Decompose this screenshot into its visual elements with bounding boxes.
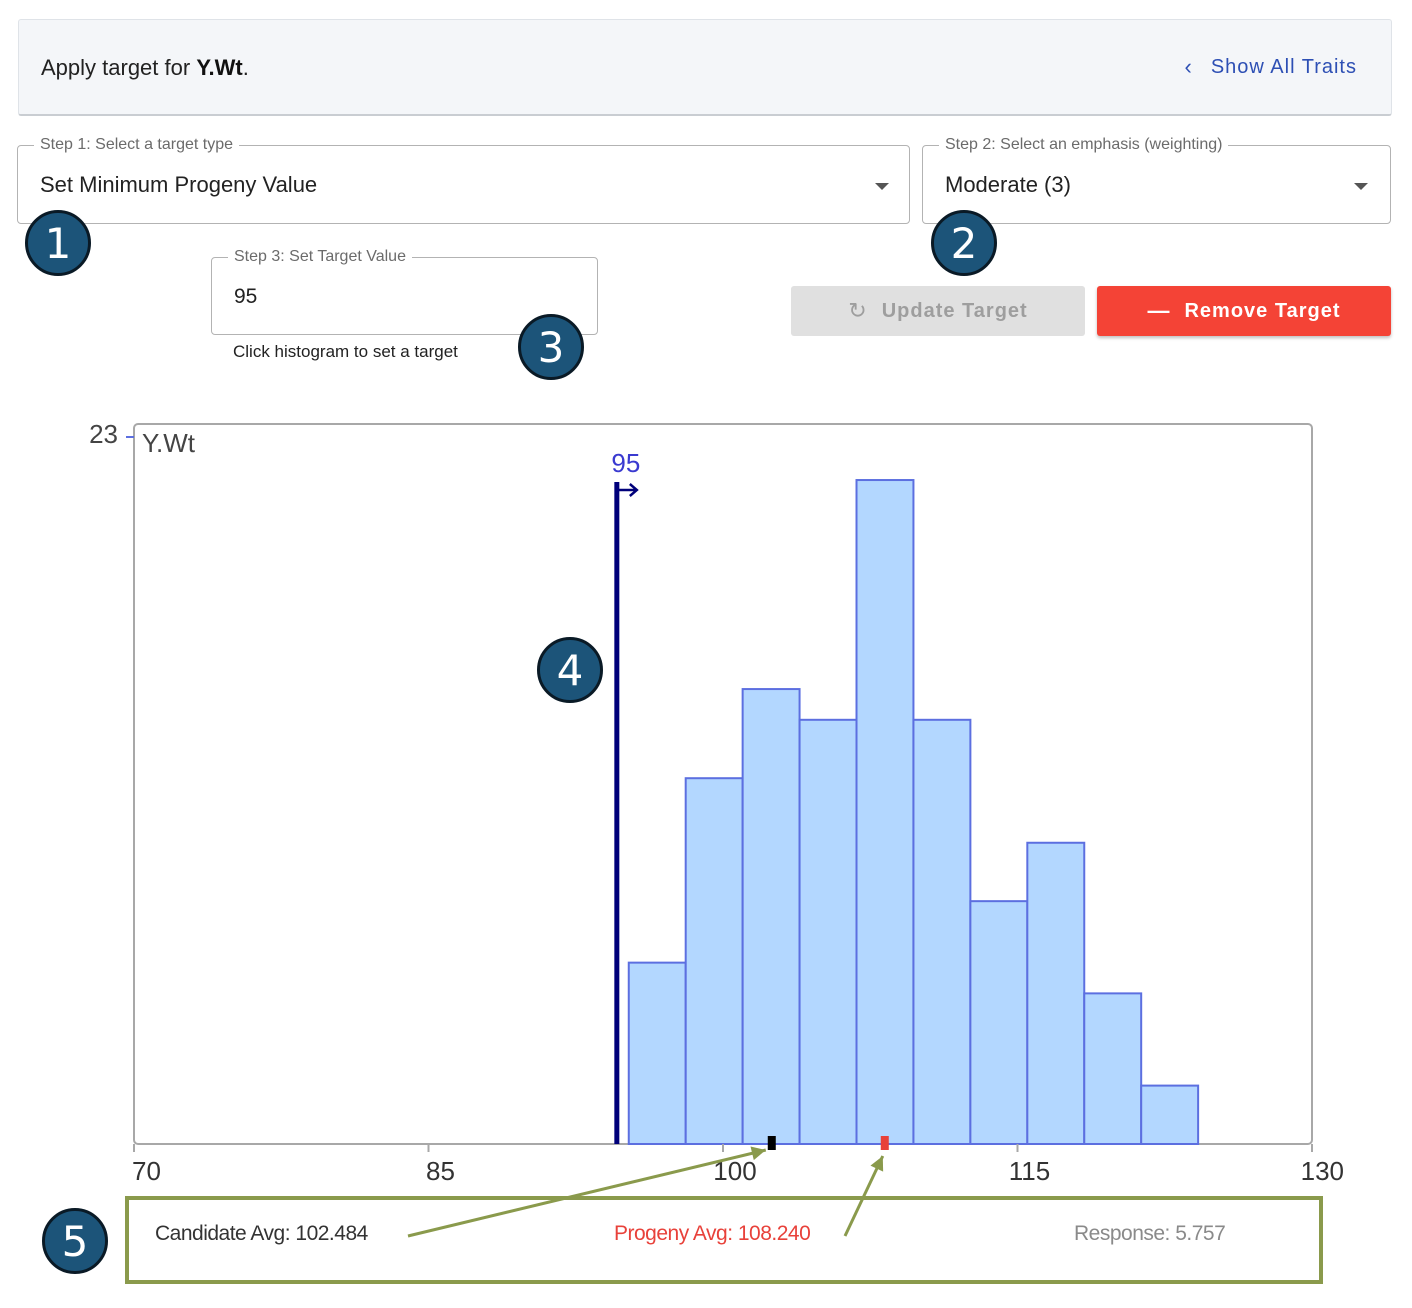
histogram-bar[interactable] bbox=[684, 777, 744, 1145]
progeny-avg: Progeny Avg: 108.240 bbox=[614, 1222, 811, 1245]
step-badge-5: 5 bbox=[42, 1208, 108, 1274]
x-tick-label: 85 bbox=[426, 1156, 455, 1186]
step-badge-2: 2 bbox=[931, 210, 997, 276]
histogram-bar[interactable] bbox=[627, 961, 687, 1146]
step-badge-3: 3 bbox=[518, 314, 584, 380]
histogram-bar[interactable] bbox=[1140, 1084, 1200, 1146]
response-value: Response: 5.757 bbox=[1074, 1222, 1226, 1245]
candidate-avg: Candidate Avg: 102.484 bbox=[155, 1222, 368, 1245]
histogram-chart[interactable]: Y.Wt 23 70 85 100 115 130 95 bbox=[0, 0, 1412, 1308]
x-tick-label: 115 bbox=[1009, 1156, 1050, 1186]
histogram-bar[interactable] bbox=[912, 718, 972, 1145]
chart-title: Y.Wt bbox=[142, 428, 196, 458]
progeny-avg-marker bbox=[880, 1136, 889, 1150]
x-tick-label: 130 bbox=[1301, 1156, 1344, 1186]
target-label: 95 bbox=[611, 448, 640, 478]
step-badge-4: 4 bbox=[537, 637, 603, 703]
step-badge-1: 1 bbox=[25, 210, 91, 276]
candidate-avg-marker bbox=[767, 1136, 776, 1150]
histogram-bar[interactable] bbox=[855, 479, 915, 1145]
histogram-bar[interactable] bbox=[1083, 992, 1143, 1145]
histogram-bar[interactable] bbox=[741, 688, 801, 1145]
x-tick-label: 70 bbox=[132, 1156, 161, 1186]
histogram-bar[interactable] bbox=[969, 900, 1029, 1146]
y-max-label: 23 bbox=[89, 419, 118, 449]
histogram-bar[interactable] bbox=[1026, 841, 1086, 1145]
histogram-bar[interactable] bbox=[798, 718, 858, 1145]
